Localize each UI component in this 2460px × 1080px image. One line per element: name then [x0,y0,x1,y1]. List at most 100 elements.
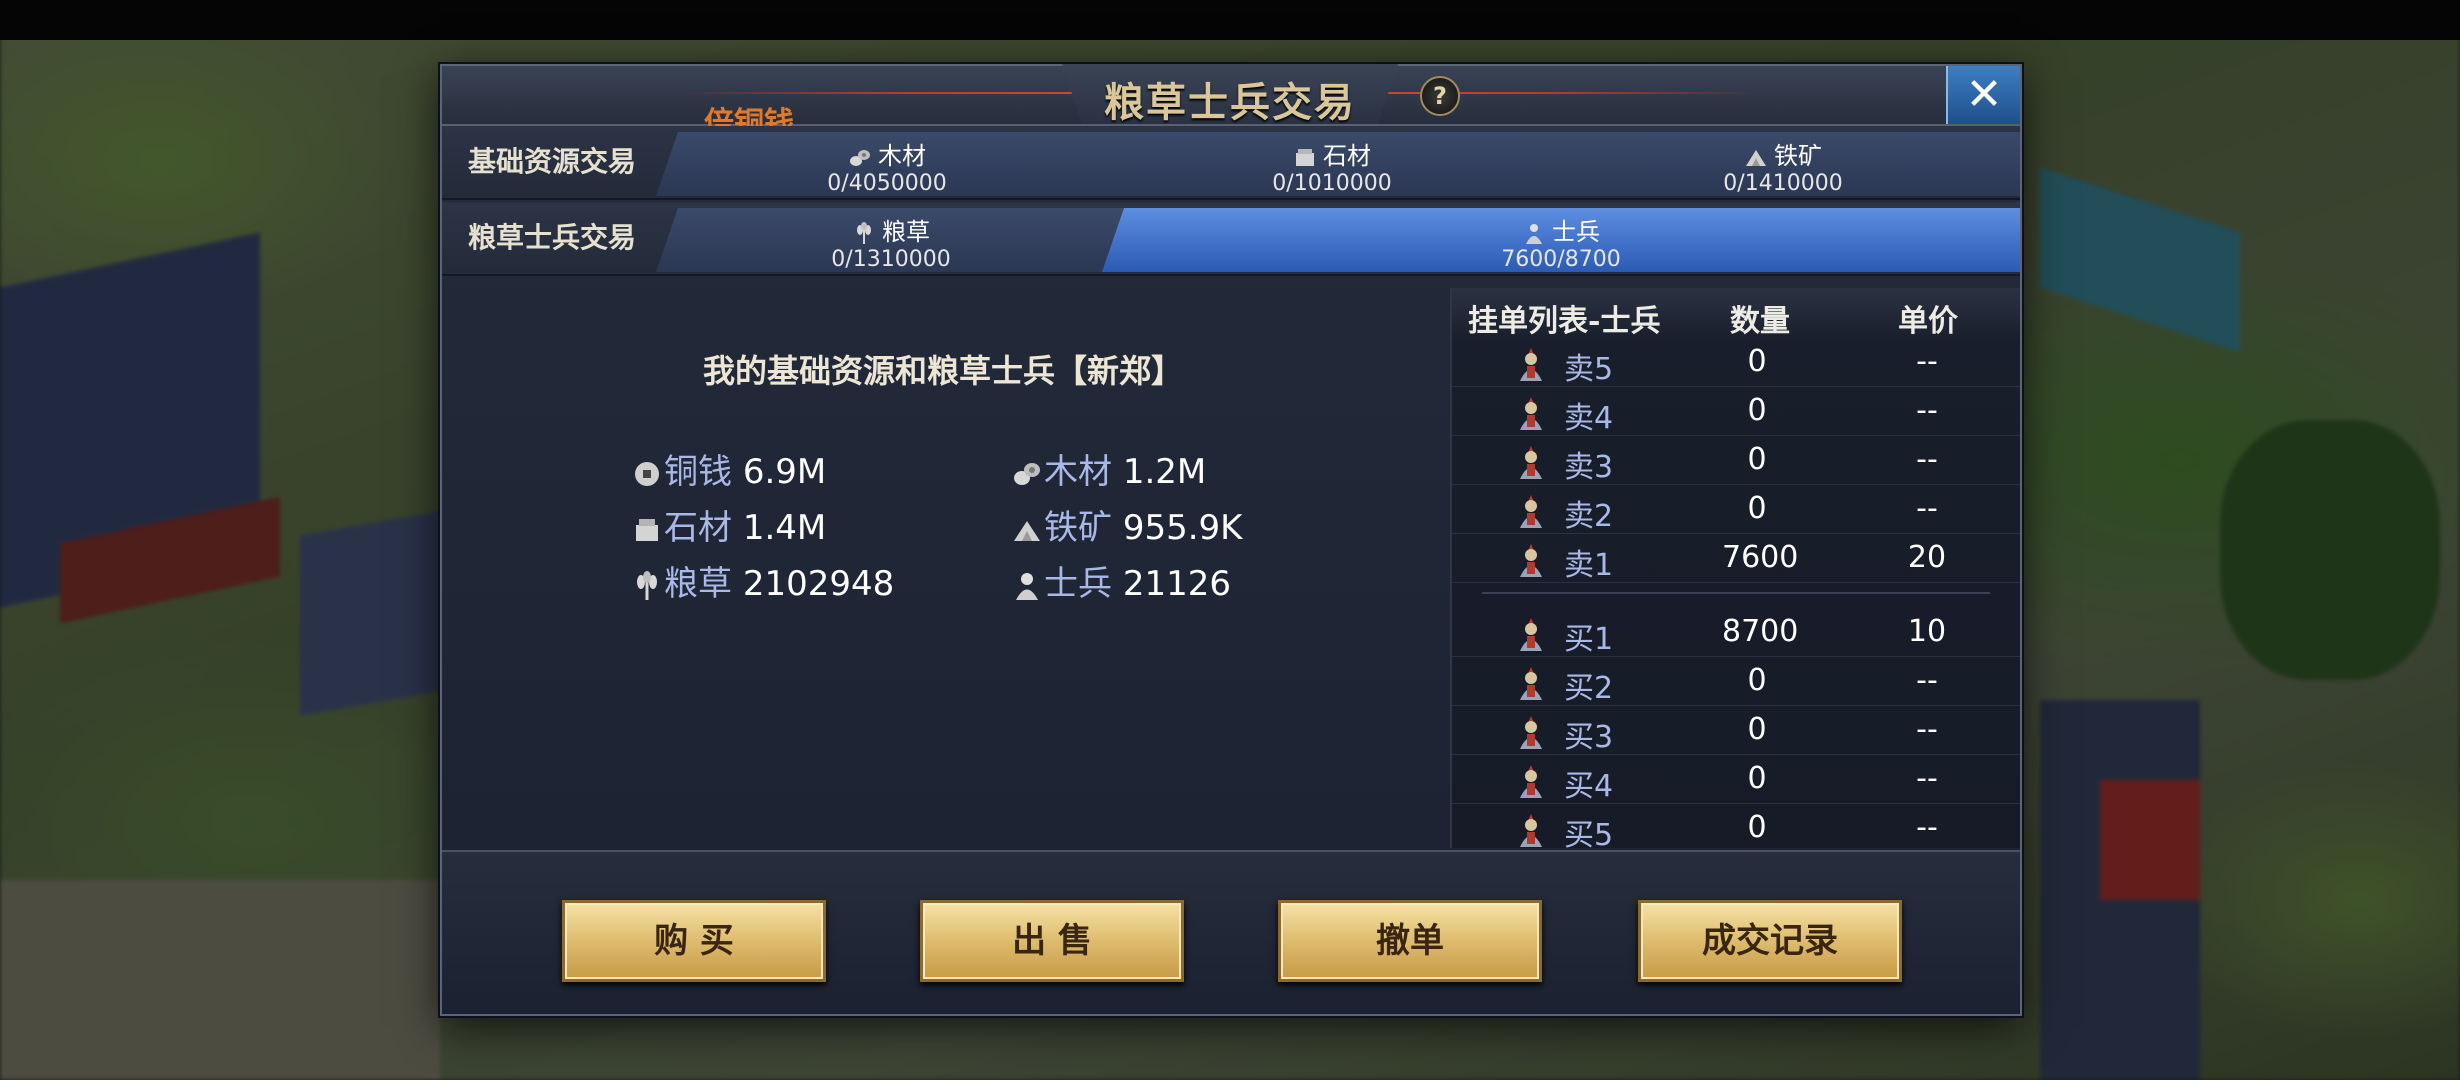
order-price: -- [1916,712,1938,747]
soldier-icon [1520,348,1542,381]
soldier-icon [1016,572,1038,600]
order-list-header: 挂单列表-士兵 [1468,304,1661,339]
my-resources-section: 我的基础资源和粮草士兵【新郑】 铜钱 6.9M 木材 1.2M 石材 1.4M … [442,288,1444,848]
resource-grain: 粮草 2102948 [632,556,894,605]
tab-wood[interactable]: 木材 0/4050000 [656,132,1118,196]
grain-icon [852,222,876,244]
order-book: 挂单列表-士兵 数量 单价 卖5 0 -- 卖4 0 -- 卖3 0 -- 卖2 0 -- 卖1 7600… [1450,288,2020,853]
tab-grain[interactable]: 粮草 0/1310000 [656,208,1126,272]
action-bar: 购 买 出 售 撤单 成交记录 [442,850,2020,1014]
soldier-icon [1520,544,1542,577]
order-label: 卖2 [1564,499,1614,534]
order-row-sell[interactable]: 卖1 7600 20 [1452,534,2020,583]
wood-icon [1014,462,1040,485]
stone-icon [636,518,658,541]
order-label: 买4 [1564,769,1614,804]
trade-history-button[interactable]: 成交记录 [1638,900,1902,982]
resource-wood: 木材 1.2M [1012,444,1206,493]
order-label: 买2 [1564,671,1614,706]
grain-soldier-trade-label[interactable]: 粮草士兵交易 [442,202,662,274]
order-quantity: 0 [1747,761,1767,796]
tab-wood-label: 木材 [878,142,926,170]
soldier-icon [1520,667,1542,700]
order-label: 买3 [1564,720,1614,755]
tab-soldier-label: 士兵 [1552,218,1600,246]
stone-icon [1293,146,1317,168]
soldier-icon [1520,618,1542,651]
order-row-sell[interactable]: 卖2 0 -- [1452,485,2020,534]
order-quantity: 7600 [1722,540,1799,575]
order-label: 买5 [1564,818,1614,853]
order-quantity: 8700 [1722,614,1799,649]
order-label: 卖3 [1564,450,1614,485]
order-price: -- [1916,663,1938,698]
soldier-icon [1526,224,1542,244]
close-icon: ✕ [1965,69,2003,120]
copper-coin-icon [635,461,659,486]
iron-icon [1746,150,1766,166]
grain-label: 粮草 [664,564,732,604]
order-book-header: 挂单列表-士兵 数量 单价 [1452,288,2020,339]
order-row-buy[interactable]: 买3 0 -- [1452,706,2020,755]
screen-top-bar [0,0,2460,40]
order-quantity: 0 [1747,712,1767,747]
tab-soldier-value: 7600/8700 [1501,247,1621,272]
panel-header: 粮草士兵交易 ? ✕ 倍铜钱 [442,64,2020,141]
cancel-order-button[interactable]: 撤单 [1278,900,1542,982]
quantity-header: 数量 [1730,304,1790,339]
tab-stone-value: 0/1010000 [1272,171,1392,196]
close-button[interactable]: ✕ [1946,66,2020,124]
soldier-icon [1520,397,1542,430]
order-quantity: 0 [1747,810,1767,845]
iron-value: 955.9K [1122,508,1243,548]
resource-soldier: 士兵 21126 [1012,556,1231,605]
iron-label: 铁矿 [1044,508,1112,548]
iron-icon [1014,520,1040,541]
help-button[interactable]: ? [1420,76,1460,116]
order-label: 卖4 [1564,401,1614,436]
basic-resource-trade-label[interactable]: 基础资源交易 [442,126,662,198]
tab-iron-label: 铁矿 [1774,142,1822,170]
order-price: -- [1916,491,1938,526]
order-price: -- [1916,344,1938,379]
sell-button[interactable]: 出 售 [920,900,1184,982]
tab-stone-label: 石材 [1323,142,1371,170]
order-row-buy[interactable]: 买5 0 -- [1452,804,2020,853]
wood-icon [848,146,872,168]
soldier-icon [1520,446,1542,479]
grain-icon [637,570,657,600]
grain-value: 2102948 [742,564,895,604]
order-price: -- [1916,393,1938,428]
order-price: -- [1916,810,1938,845]
order-row-sell[interactable]: 卖4 0 -- [1452,387,2020,436]
order-label: 卖5 [1564,352,1614,387]
order-row-buy[interactable]: 买1 8700 10 [1452,608,2020,657]
tab-wood-value: 0/4050000 [827,171,947,196]
tab-soldier[interactable]: 士兵 7600/8700 [1102,208,2020,272]
buy-button[interactable]: 购 买 [562,900,826,982]
soldier-icon [1520,495,1542,528]
soldier-icon [1520,765,1542,798]
tab-grain-value: 0/1310000 [831,247,951,272]
basic-resource-row: 基础资源交易 木材 0/4050000 石材 0/1010000 铁矿 0/14… [442,126,2020,200]
order-book-divider [1482,592,1990,594]
order-row-buy[interactable]: 买2 0 -- [1452,657,2020,706]
order-label: 卖1 [1564,548,1614,583]
order-quantity: 0 [1747,393,1767,428]
order-quantity: 0 [1747,663,1767,698]
order-label: 买1 [1564,622,1614,657]
order-row-buy[interactable]: 买4 0 -- [1452,755,2020,804]
order-row-sell[interactable]: 卖3 0 -- [1452,436,2020,485]
soldier-value: 21126 [1122,564,1231,604]
tab-iron[interactable]: 铁矿 0/1410000 [1546,132,2020,196]
tab-iron-value: 0/1410000 [1723,171,1843,196]
order-row-sell[interactable]: 卖5 0 -- [1452,338,2020,387]
order-quantity: 0 [1747,442,1767,477]
resource-iron: 铁矿 955.9K [1012,500,1242,549]
copper-label: 铜钱 [664,452,732,492]
soldier-label: 士兵 [1044,564,1112,604]
stone-label: 石材 [664,508,732,548]
tab-stone[interactable]: 石材 0/1010000 [1094,132,1570,196]
soldier-icon [1520,716,1542,749]
stone-value: 1.4M [742,508,827,548]
